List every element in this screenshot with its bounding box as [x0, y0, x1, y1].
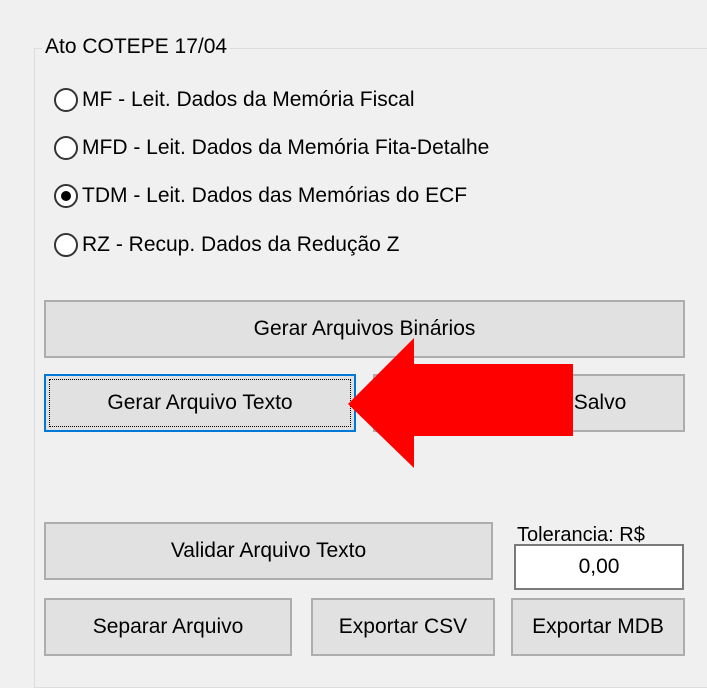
separar-arquivo-label: Separar Arquivo	[92, 615, 244, 638]
gerar-binarios-button[interactable]: Gerar Arquivos Binários	[44, 300, 685, 358]
tolerancia-input[interactable]	[514, 544, 684, 590]
radio-circle-tdm[interactable]	[54, 184, 78, 208]
validar-texto-label: Validar Arquivo Texto	[170, 539, 367, 562]
exportar-csv-button[interactable]: Exportar CSV	[311, 598, 495, 656]
salvo-label: Salvo	[573, 391, 627, 414]
salvo-button[interactable]: Salvo	[373, 374, 685, 432]
radio-label-tdm: TDM - Leit. Dados das Memórias do ECF	[82, 184, 468, 207]
exportar-csv-label: Exportar CSV	[338, 615, 468, 638]
radio-label-rz: RZ - Recup. Dados da Redução Z	[82, 233, 400, 256]
gerar-binarios-label: Gerar Arquivos Binários	[253, 317, 476, 340]
radio-mfd[interactable]: MFD - Leit. Dados da Memória Fita-Detalh…	[54, 132, 489, 164]
radio-circle-mfd[interactable]	[54, 136, 78, 160]
focus-rectangle	[49, 379, 351, 427]
radio-label-mf: MF - Leit. Dados da Memória Fiscal	[82, 88, 415, 111]
group-title: Ato COTEPE 17/04	[42, 34, 231, 60]
gerar-texto-button[interactable]: Gerar Arquivo Texto	[44, 374, 356, 432]
exportar-mdb-label: Exportar MDB	[532, 615, 664, 638]
validar-texto-button[interactable]: Validar Arquivo Texto	[44, 522, 493, 580]
radio-label-mfd: MFD - Leit. Dados da Memória Fita-Detalh…	[82, 136, 490, 159]
exportar-mdb-button[interactable]: Exportar MDB	[511, 598, 685, 656]
radio-circle-rz[interactable]	[54, 233, 78, 257]
separar-arquivo-button[interactable]: Separar Arquivo	[44, 598, 292, 656]
radio-mf[interactable]: MF - Leit. Dados da Memória Fiscal	[54, 84, 415, 116]
radio-rz[interactable]: RZ - Recup. Dados da Redução Z	[54, 229, 399, 261]
radio-circle-mf[interactable]	[54, 88, 78, 112]
radio-tdm[interactable]: TDM - Leit. Dados das Memórias do ECF	[54, 180, 467, 212]
